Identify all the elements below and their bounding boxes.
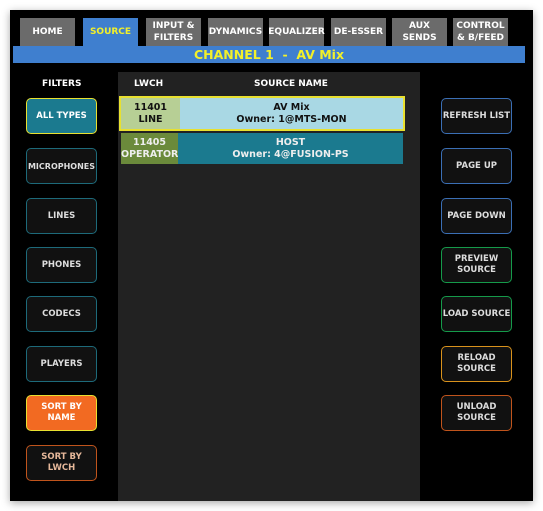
filter-players-button[interactable]: PLAYERS [26, 346, 97, 382]
filter-all-types-button[interactable]: ALL TYPES [26, 98, 97, 134]
tab-dynamics[interactable]: DYNAMICS [208, 18, 263, 46]
source-type: OPERATOR [121, 148, 179, 160]
source-list: LWCH SOURCE NAME 11401 LINE AV Mix Owner… [118, 72, 420, 501]
column-header-lwch: LWCH [134, 79, 164, 89]
source-name: HOST [275, 136, 306, 148]
filter-codecs-button[interactable]: CODECS [26, 296, 97, 332]
preview-source-button[interactable]: PREVIEW SOURCE [441, 247, 512, 283]
reload-source-button[interactable]: RELOAD SOURCE [441, 346, 512, 382]
refresh-list-button[interactable]: REFRESH LIST [441, 98, 512, 134]
source-name: AV Mix [273, 101, 310, 113]
list-item[interactable]: 11401 LINE AV Mix Owner: 1@MTS-MON [119, 96, 405, 131]
list-item[interactable]: 11405 OPERATOR HOST Owner: 4@FUSION-PS [121, 133, 403, 164]
tab-equalizer[interactable]: EQUALIZER [268, 18, 325, 46]
filter-phones-button[interactable]: PHONES [26, 247, 97, 283]
source-type: LINE [138, 113, 163, 125]
tab-de-esser[interactable]: DE-ESSER [331, 18, 386, 46]
source-window: HOME SOURCE INPUT & FILTERS DYNAMICS EQU… [10, 10, 533, 501]
page-up-button[interactable]: PAGE UP [441, 148, 512, 184]
channel-title: CHANNEL 1 - AV Mix [13, 46, 525, 63]
lwch-number: 11401 [133, 101, 168, 113]
column-header-source-name: SOURCE NAME [254, 79, 328, 89]
unload-source-button[interactable]: UNLOAD SOURCE [441, 395, 512, 431]
load-source-button[interactable]: LOAD SOURCE [441, 296, 512, 332]
sort-by-name-button[interactable]: SORT BY NAME [26, 395, 97, 431]
tab-control-bfeed[interactable]: CONTROL & B/FEED [453, 18, 508, 46]
filter-microphones-button[interactable]: MICROPHONES [26, 148, 97, 184]
sort-by-lwch-button[interactable]: SORT BY LWCH [26, 445, 97, 481]
filter-lines-button[interactable]: LINES [26, 198, 97, 234]
page-down-button[interactable]: PAGE DOWN [441, 198, 512, 234]
tab-aux-sends[interactable]: AUX SENDS [392, 18, 447, 46]
tab-source[interactable]: SOURCE [83, 18, 138, 46]
source-owner: Owner: 4@FUSION-PS [232, 148, 349, 160]
tab-home[interactable]: HOME [20, 18, 75, 46]
filters-label: FILTERS [42, 79, 82, 89]
tab-input-filters[interactable]: INPUT & FILTERS [146, 18, 201, 46]
lwch-number: 11405 [132, 136, 167, 148]
source-owner: Owner: 1@MTS-MON [236, 113, 347, 125]
